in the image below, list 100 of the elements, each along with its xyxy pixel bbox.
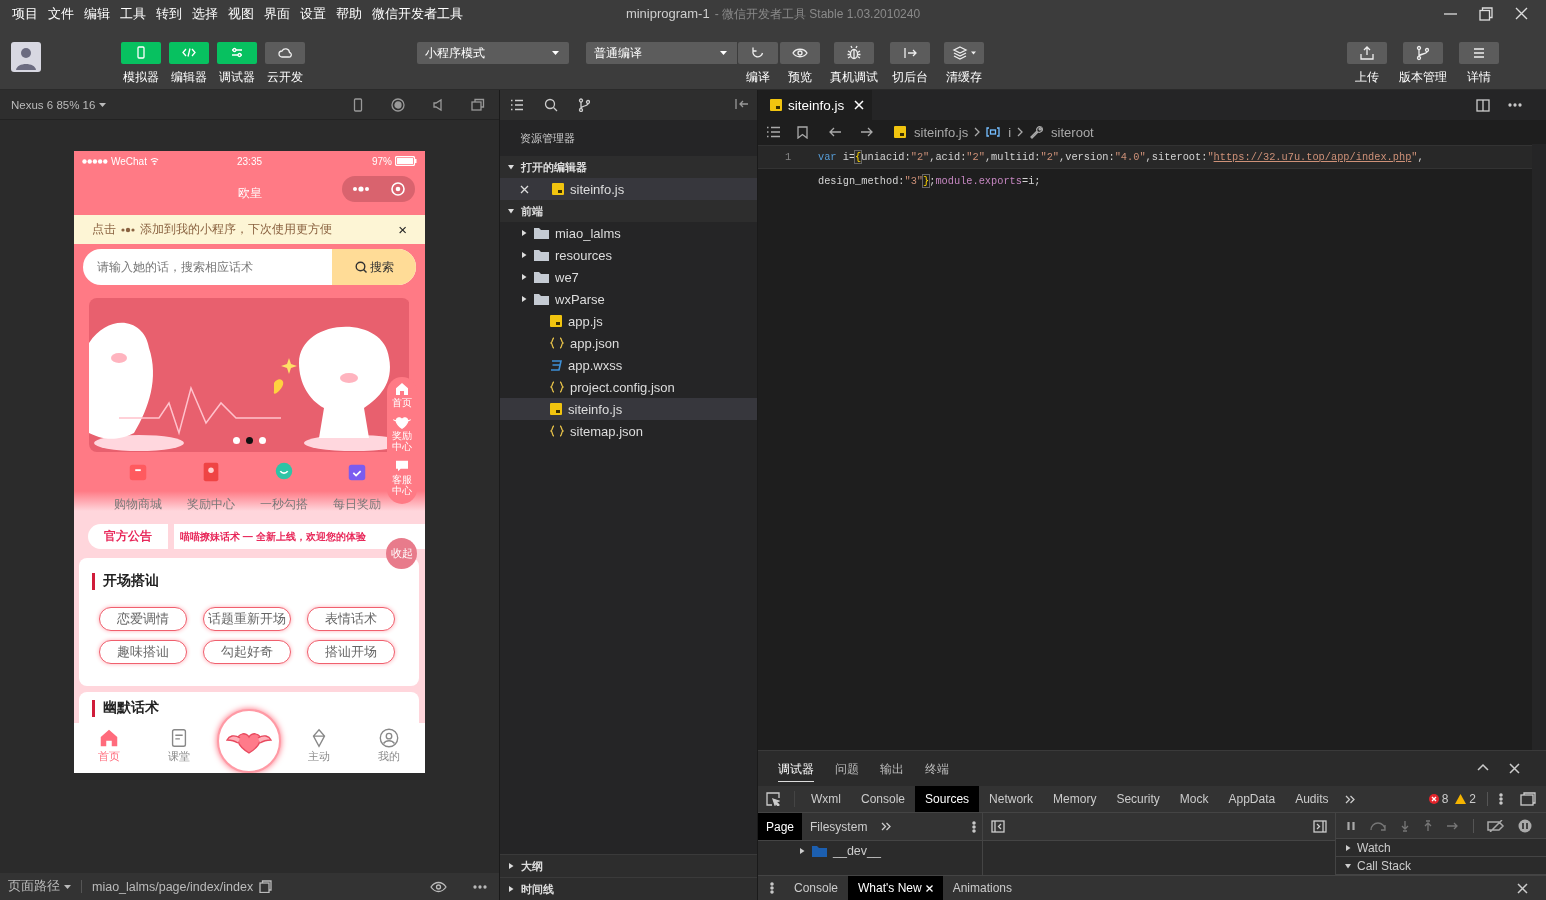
devtools-tab[interactable]: Mock — [1169, 786, 1219, 812]
panel-tab[interactable]: 调试器 — [778, 755, 814, 782]
vertical-more-icon[interactable] — [770, 882, 774, 894]
step-out-icon[interactable] — [1423, 819, 1433, 832]
devtools-tab[interactable]: Wxml — [801, 786, 851, 812]
drawer-tab[interactable]: Console — [784, 876, 849, 900]
file-tree-item[interactable]: sitemap.json — [500, 420, 757, 442]
speaker-icon[interactable] — [431, 97, 445, 112]
drawer-tab[interactable]: Animations — [942, 876, 1023, 900]
simulator-toggle[interactable] — [121, 42, 161, 64]
more-icon[interactable] — [473, 884, 487, 889]
file-tree-item[interactable]: app.json — [500, 332, 757, 354]
warning-count[interactable]: 2 — [1469, 792, 1476, 806]
editor-toggle[interactable] — [169, 42, 209, 64]
devtools-tab[interactable]: AppData — [1218, 786, 1286, 812]
menu-item[interactable]: 项目 — [7, 5, 43, 23]
back-arrow-icon[interactable] — [828, 126, 842, 138]
background-button[interactable] — [890, 42, 930, 64]
record-icon[interactable] — [391, 97, 405, 112]
topic-chip[interactable]: 勾起好奇 — [203, 640, 291, 664]
close-tip[interactable]: × — [398, 221, 407, 238]
panel-tab[interactable]: 输出 — [880, 755, 904, 782]
devtools-tab[interactable]: Console — [851, 786, 916, 812]
menu-item[interactable]: 帮助 — [331, 5, 367, 23]
close-icon[interactable] — [1515, 7, 1528, 20]
topic-chip[interactable]: 话题重新开场 — [203, 607, 291, 631]
menu-item[interactable]: 界面 — [259, 5, 295, 23]
compile-button[interactable] — [738, 42, 778, 64]
inspect-icon[interactable] — [766, 792, 780, 806]
window-icon[interactable] — [471, 97, 485, 112]
more-icon[interactable] — [1508, 103, 1522, 107]
restore-icon[interactable] — [1479, 7, 1493, 21]
file-tree-item[interactable]: siteinfo.js — [500, 398, 757, 420]
phone-icon[interactable] — [351, 97, 365, 112]
compile-mode-dropdown[interactable]: 普通编译 — [586, 42, 738, 64]
devtools-tab[interactable]: Memory — [1043, 786, 1107, 812]
chevron-up-icon[interactable] — [1477, 763, 1489, 771]
mode-dropdown[interactable]: 小程序模式 — [417, 42, 569, 64]
panel-tab[interactable]: 终端 — [925, 755, 949, 782]
clear-cache-button[interactable] — [944, 42, 984, 64]
menu-item[interactable]: 设置 — [295, 5, 331, 23]
carousel-dot[interactable] — [233, 437, 240, 444]
devtools-tab[interactable]: Sources — [915, 786, 980, 812]
step-over-icon[interactable] — [1369, 820, 1387, 831]
capsule-menu[interactable] — [342, 176, 415, 202]
toggle-debugger-icon[interactable] — [1313, 820, 1327, 833]
topic-chip[interactable]: 搭讪开场 — [307, 640, 395, 664]
search-icon[interactable] — [544, 98, 558, 112]
carousel-dot[interactable] — [246, 437, 253, 444]
source-tree-item[interactable]: __dev__ — [758, 841, 982, 861]
list-icon[interactable] — [510, 99, 524, 111]
breadcrumb-item[interactable]: siteinfo.js — [914, 124, 969, 140]
section-header[interactable]: 大纲 — [500, 854, 757, 877]
file-tree-item[interactable]: resources — [500, 244, 757, 266]
topic-chip[interactable]: 趣味搭讪 — [99, 640, 187, 664]
sidebar-section[interactable]: Watch — [1336, 839, 1546, 858]
tab-bar-item[interactable]: 我的 — [354, 723, 424, 773]
branch-icon[interactable] — [578, 98, 590, 112]
vertical-more-icon[interactable] — [1499, 793, 1503, 805]
file-tree-item[interactable]: wxParse — [500, 288, 757, 310]
deactivate-breakpoints-icon[interactable] — [1487, 819, 1505, 832]
collapse-panel-icon[interactable] — [735, 97, 749, 110]
navigator-tab[interactable]: Filesystem — [802, 813, 876, 840]
remote-debug-button[interactable] — [834, 42, 874, 64]
tab-bar-item[interactable]: 课堂 — [144, 723, 214, 773]
upload-button[interactable] — [1347, 42, 1387, 64]
copy-icon[interactable] — [259, 880, 273, 893]
menu-item[interactable]: 工具 — [115, 5, 151, 23]
vertical-more-icon[interactable] — [972, 820, 976, 833]
menu-item[interactable]: 编辑 — [79, 5, 115, 23]
forward-arrow-icon[interactable] — [860, 126, 874, 138]
topic-chip[interactable]: 表情话术 — [307, 607, 395, 631]
cloud-toggle[interactable] — [265, 42, 305, 64]
devtools-tab[interactable]: Audits — [1285, 786, 1339, 812]
devtools-tab[interactable]: Network — [979, 786, 1044, 812]
error-count[interactable]: 8 — [1441, 792, 1449, 806]
file-tree-item[interactable]: app.wxss — [500, 354, 757, 376]
menu-item[interactable]: 选择 — [187, 5, 223, 23]
more-tabs-icon[interactable] — [1344, 794, 1355, 804]
step-into-icon[interactable] — [1400, 819, 1410, 832]
editor-tab[interactable]: siteinfo.js — [758, 90, 873, 120]
search-field[interactable]: 请输入她的话，搜索相应话术 搜索 — [83, 249, 416, 285]
file-tree-item[interactable]: app.js — [500, 310, 757, 332]
section-header[interactable]: 打开的编辑器 — [500, 156, 757, 178]
bookmark-icon[interactable] — [797, 125, 808, 139]
menu-item[interactable]: 视图 — [223, 5, 259, 23]
tab-bar-item[interactable]: 主动 — [284, 723, 354, 773]
panel-tab[interactable]: 问题 — [835, 755, 859, 782]
step-icon[interactable] — [1446, 820, 1460, 831]
page-path-selector[interactable]: 页面路径 — [8, 878, 71, 895]
breadcrumb-item[interactable]: siteroot — [1051, 124, 1094, 140]
file-tree-item[interactable]: project.config.json — [500, 376, 757, 398]
topic-chip[interactable]: 恋爱调情 — [99, 607, 187, 631]
carousel-dot[interactable] — [259, 437, 266, 444]
section-header[interactable]: 前端 — [500, 200, 757, 222]
debugger-toggle[interactable] — [217, 42, 257, 64]
more-tabs-icon[interactable] — [881, 822, 892, 831]
navigator-tab[interactable]: Page — [758, 813, 803, 840]
dock-icon[interactable] — [1520, 792, 1536, 806]
eye-icon[interactable] — [430, 880, 447, 893]
